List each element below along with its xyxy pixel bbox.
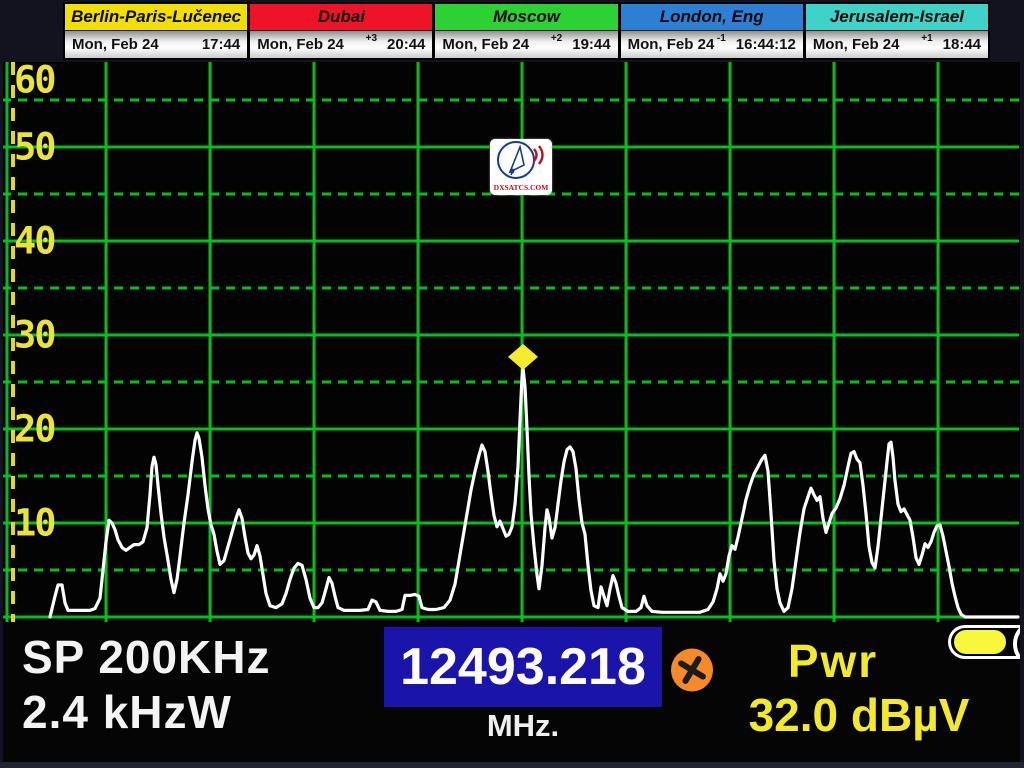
clock-utc-offset: +2 (551, 33, 562, 44)
clock-panel-berlin-paris-lu-enec: Berlin-Paris-Lučenec Mon, Feb 24 17:44 (65, 4, 247, 58)
frequency-unit: MHz. (384, 708, 662, 744)
toggle-fill (954, 630, 1006, 654)
y-tick-label: 30 (14, 314, 55, 357)
y-tick-label: 10 (14, 502, 55, 545)
clock-date: Mon, Feb 24 (257, 36, 365, 53)
span-label: SP 200KHz (22, 630, 271, 685)
close-button[interactable] (670, 648, 714, 692)
y-tick-label: 40 (14, 220, 55, 263)
dxsatcs-logo: DXSATCS.COM (490, 139, 552, 195)
y-tick-label: 20 (14, 408, 55, 451)
power-value: 32.0 dBµV (702, 688, 1016, 742)
clock-date: Mon, Feb 24 (72, 36, 192, 53)
clock-time: 20:44 (387, 36, 425, 53)
y-tick-label: 60 (14, 62, 55, 102)
clock-time-row: Mon, Feb 24+3 20:44 (250, 31, 432, 58)
rbw-label: 2.4 kHzW (22, 685, 271, 740)
status-bar: SP 200KHz 2.4 kHzW 12493.218 MHz. Pwr 32… (0, 622, 1024, 762)
frequency-value: 12493.218 (400, 637, 646, 697)
clock-city-name: Jerusalem-Israel (806, 4, 988, 31)
power-label: Pwr (748, 634, 918, 688)
spectrum-trace (50, 368, 1018, 617)
clock-panel-jerusalem-israel: Jerusalem-Israel Mon, Feb 24+1 18:44 (806, 4, 988, 58)
peak-marker-diamond (508, 344, 538, 370)
level-toggle[interactable] (948, 625, 1024, 659)
clock-time-row: Mon, Feb 24+2 19:44 (435, 31, 617, 58)
world-clock-bar: Berlin-Paris-Lučenec Mon, Feb 24 17:44 Duba… (63, 2, 990, 60)
frame-edge-left (0, 0, 3, 768)
clock-time: 19:44 (572, 36, 610, 53)
clock-city-name: London, Eng (621, 4, 803, 31)
frequency-display[interactable]: 12493.218 (384, 627, 662, 707)
y-tick-label: 50 (14, 126, 55, 169)
satellite-dish-icon (490, 139, 548, 181)
clock-city-name: Moscow (435, 4, 617, 31)
clock-time-row: Mon, Feb 24+1 18:44 (806, 31, 988, 58)
clock-time: 16:44:12 (736, 36, 796, 53)
clock-time-row: Mon, Feb 24-1 16:44:12 (621, 31, 803, 58)
frame-edge-bottom (0, 762, 1024, 768)
clock-panel-moscow: Moscow Mon, Feb 24+2 19:44 (435, 4, 617, 58)
span-rbw-block: SP 200KHz 2.4 kHzW (22, 630, 271, 740)
clock-panel-london-eng: London, Eng Mon, Feb 24-1 16:44:12 (621, 4, 803, 58)
clock-city-name: Dubai (250, 4, 432, 31)
clock-utc-offset: -1 (717, 33, 726, 44)
clock-date: Mon, Feb 24 (442, 36, 550, 53)
clock-city-name: Berlin-Paris-Lučenec (65, 4, 247, 31)
clock-utc-offset: +3 (366, 33, 377, 44)
clock-panel-dubai: Dubai Mon, Feb 24+3 20:44 (250, 4, 432, 58)
clock-date: Mon, Feb 24 (813, 36, 921, 53)
clock-time: 18:44 (943, 36, 981, 53)
logo-text: DXSATCS.COM (494, 183, 549, 192)
frame-edge-right (1020, 0, 1024, 768)
clock-time: 17:44 (202, 36, 240, 53)
clock-utc-offset: +1 (921, 33, 932, 44)
clock-time-row: Mon, Feb 24 17:44 (65, 31, 247, 58)
spectrum-plot: 60 50 40 30 20 10 DXSATCS.COM (0, 62, 1024, 622)
close-icon (670, 648, 714, 692)
clock-date: Mon, Feb 24 (628, 36, 717, 53)
